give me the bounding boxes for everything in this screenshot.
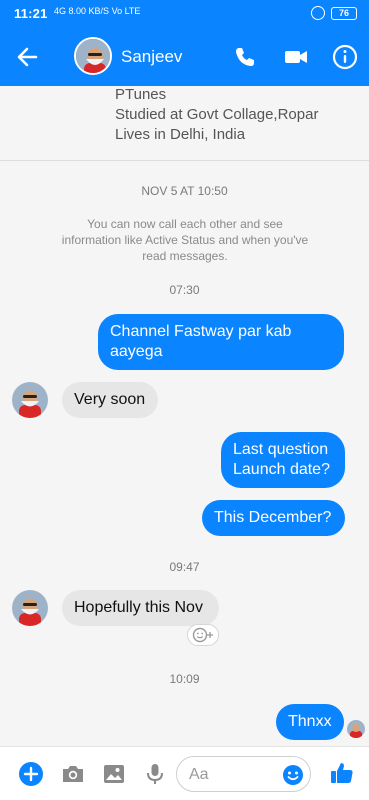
battery-indicator: 76 xyxy=(331,7,357,20)
profile-line-location: Lives in Delhi, India xyxy=(115,126,246,143)
camera-icon[interactable] xyxy=(60,761,86,787)
outgoing-message[interactable]: Channel Fastway par kab aayega xyxy=(98,314,344,370)
contact-profile-info: PTunes Studied at Govt Collage,Ropar Liv… xyxy=(0,86,369,161)
image-icon[interactable] xyxy=(101,761,127,787)
thumbs-up-icon[interactable] xyxy=(328,759,354,785)
incoming-message[interactable]: Hopefully this Nov xyxy=(62,590,219,626)
outgoing-message[interactable]: Thnxx xyxy=(276,704,344,740)
plus-icon[interactable] xyxy=(18,761,44,787)
messenger-chat-screen: 11:21 4G 8.00 KB/S Vo LTE 76 Sanjeev PTu… xyxy=(0,0,369,800)
profile-line-work: PTunes xyxy=(115,86,167,103)
add-reaction-button[interactable] xyxy=(187,624,219,646)
microphone-icon[interactable] xyxy=(142,761,168,787)
info-icon[interactable] xyxy=(330,42,360,72)
top-bar: 11:21 4G 8.00 KB/S Vo LTE 76 Sanjeev xyxy=(0,0,369,86)
message-input-container[interactable] xyxy=(176,756,311,792)
sender-avatar[interactable] xyxy=(12,382,48,418)
timestamp: 10:09 xyxy=(169,672,200,686)
contact-avatar[interactable] xyxy=(74,37,112,75)
outgoing-message[interactable]: This December? xyxy=(202,500,345,536)
incoming-message[interactable]: Very soon xyxy=(62,382,158,418)
conversation-date: NOV 5 AT 10:50 xyxy=(141,184,228,198)
read-receipt-avatar xyxy=(347,720,365,738)
alarm-icon xyxy=(311,6,325,20)
message-thread[interactable]: PTunes Studied at Govt Collage,Ropar Liv… xyxy=(0,86,369,746)
message-input[interactable] xyxy=(189,765,279,785)
network-speed: 8.00 KB/S xyxy=(68,6,110,16)
profile-line-education: Studied at Govt Collage,Ropar xyxy=(115,106,319,123)
message-composer xyxy=(0,746,369,800)
status-time: 11:21 xyxy=(14,6,48,21)
status-bar: 11:21 4G 8.00 KB/S Vo LTE 76 xyxy=(0,0,369,28)
phone-icon[interactable] xyxy=(230,42,260,72)
network-type: 4G xyxy=(54,6,67,16)
timestamp: 07:30 xyxy=(169,283,200,297)
back-arrow-icon[interactable] xyxy=(12,42,42,72)
volte-badge: Vo LTE xyxy=(111,6,141,16)
outgoing-message[interactable]: Last question Launch date? xyxy=(221,432,345,488)
chat-header: Sanjeev xyxy=(0,28,369,86)
sender-avatar[interactable] xyxy=(12,590,48,626)
video-camera-icon[interactable] xyxy=(281,42,311,72)
network-indicator: 4G 8.00 KB/S Vo LTE xyxy=(54,7,140,16)
timestamp: 09:47 xyxy=(169,560,200,574)
contact-name[interactable]: Sanjeev xyxy=(121,47,182,67)
smiley-icon[interactable] xyxy=(281,763,305,787)
status-notice: You can now call each other and see info… xyxy=(61,217,309,263)
